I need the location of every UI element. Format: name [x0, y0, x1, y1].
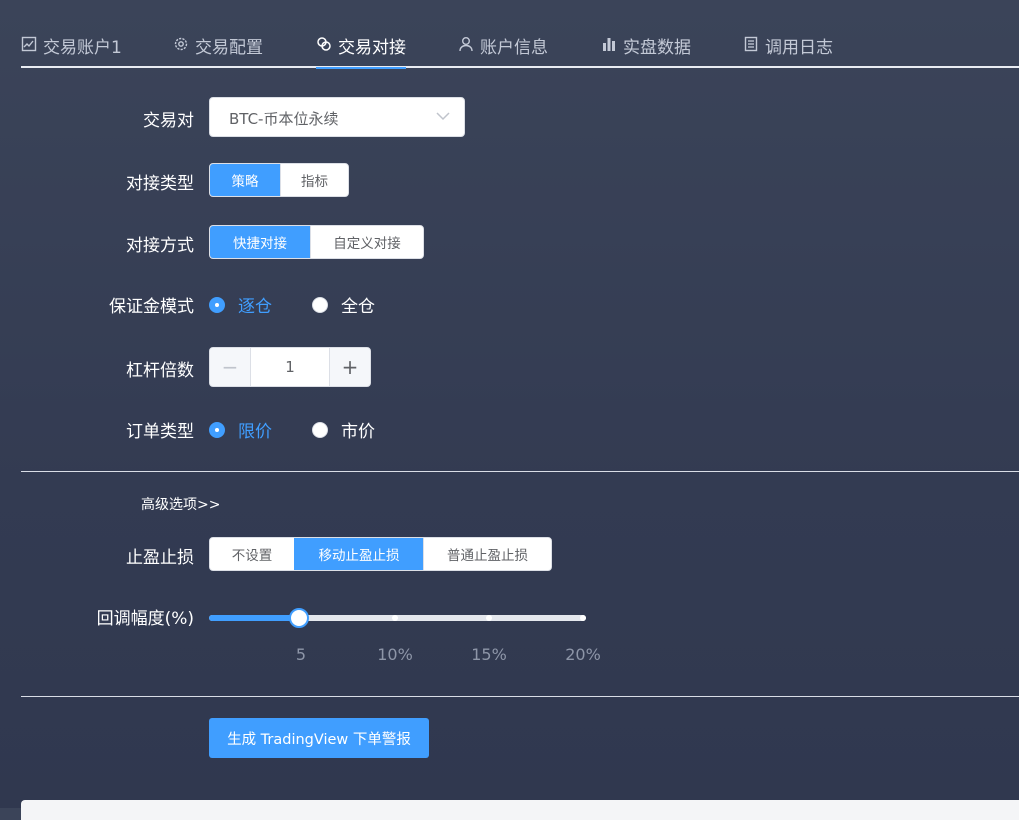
slider-stop: [486, 615, 492, 621]
leverage-input[interactable]: 1: [251, 348, 329, 386]
margin-mode-label: 保证金模式: [109, 297, 194, 317]
slider-mark: 5: [295, 645, 307, 664]
pair-label: 交易对: [143, 111, 194, 131]
pullback-label: 回调幅度(%): [96, 609, 194, 629]
order-market-radio[interactable]: 市价: [312, 417, 375, 442]
section-divider: [21, 696, 1019, 697]
tp-sl-none-button[interactable]: 不设置: [210, 538, 294, 570]
chevron-down-icon: [436, 112, 450, 121]
bar-chart-icon: [603, 38, 615, 51]
tab-label: 交易账户1: [43, 38, 122, 58]
radio-dot: [312, 421, 328, 438]
tab-label: 调用日志: [765, 38, 833, 58]
tab-live-data[interactable]: 实盘数据: [601, 33, 691, 68]
advanced-options-toggle[interactable]: 高级选项>>: [141, 494, 220, 514]
tab-label: 实盘数据: [623, 38, 691, 58]
pullback-slider[interactable]: [209, 608, 586, 628]
radio-label: 全仓: [341, 297, 375, 317]
radio-label: 限价: [238, 422, 272, 442]
tab-label: 账户信息: [480, 38, 548, 58]
radio-dot: [312, 296, 328, 313]
tp-sl-trailing-button[interactable]: 移动止盈止损: [294, 538, 423, 570]
dock-type-strategy-button[interactable]: 策略: [210, 164, 280, 196]
order-type-label: 订单类型: [126, 422, 194, 442]
margin-isolated-radio[interactable]: 逐仓: [209, 292, 272, 317]
dock-type-group: 策略 指标: [209, 163, 349, 197]
leverage-stepper: − 1 +: [209, 347, 371, 387]
dock-type-label: 对接类型: [126, 174, 194, 194]
leverage-label: 杠杆倍数: [126, 361, 194, 381]
generate-alert-button[interactable]: 生成 TradingView 下单警报: [209, 718, 429, 758]
margin-cross-radio[interactable]: 全仓: [312, 292, 375, 317]
dock-mode-custom-button[interactable]: 自定义对接: [310, 226, 423, 258]
tab-trading-account[interactable]: 交易账户1: [21, 33, 122, 68]
radio-dot: [209, 421, 225, 438]
slider-mark: 15%: [471, 645, 507, 664]
tab-bar: 交易账户1 交易配置 交易对接 账户信息 实盘数据 调用日志: [21, 0, 1019, 69]
slider-stop: [580, 615, 586, 621]
tp-sl-normal-button[interactable]: 普通止盈止损: [423, 538, 551, 570]
tab-call-log[interactable]: 调用日志: [743, 33, 833, 68]
dock-type-indicator-button[interactable]: 指标: [280, 164, 348, 196]
bottom-panel: [21, 800, 1019, 820]
pair-select[interactable]: BTC-币本位永续: [209, 97, 465, 137]
slider-fill: [209, 615, 299, 621]
tp-sl-group: 不设置 移动止盈止损 普通止盈止损: [209, 537, 552, 571]
tab-label: 交易配置: [195, 38, 263, 58]
tab-trading-config[interactable]: 交易配置: [173, 33, 263, 68]
user-icon: [459, 37, 473, 52]
section-divider: [21, 471, 1019, 472]
order-limit-radio[interactable]: 限价: [209, 417, 272, 442]
pair-select-value: BTC-币本位永续: [229, 110, 339, 128]
slider-handle[interactable]: [289, 608, 309, 628]
tab-account-info[interactable]: 账户信息: [458, 33, 548, 68]
slider-mark: 20%: [565, 645, 601, 664]
tp-sl-label: 止盈止损: [126, 548, 194, 568]
dock-mode-quick-button[interactable]: 快捷对接: [210, 226, 310, 258]
radio-dot: [209, 296, 225, 313]
tab-label: 交易对接: [338, 38, 406, 58]
slider-mark: 10%: [377, 645, 413, 664]
tab-trading-dock[interactable]: 交易对接: [316, 33, 406, 69]
gear-icon: [174, 37, 188, 51]
link-icon: [317, 37, 331, 51]
radio-label: 市价: [341, 422, 375, 442]
dock-mode-group: 快捷对接 自定义对接: [209, 225, 424, 259]
document-icon: [744, 36, 758, 52]
decrement-button[interactable]: −: [210, 348, 251, 386]
increment-button[interactable]: +: [329, 348, 370, 386]
line-chart-icon: [21, 36, 37, 52]
dock-mode-label: 对接方式: [126, 236, 194, 256]
radio-label: 逐仓: [238, 297, 272, 317]
slider-stop: [392, 615, 398, 621]
